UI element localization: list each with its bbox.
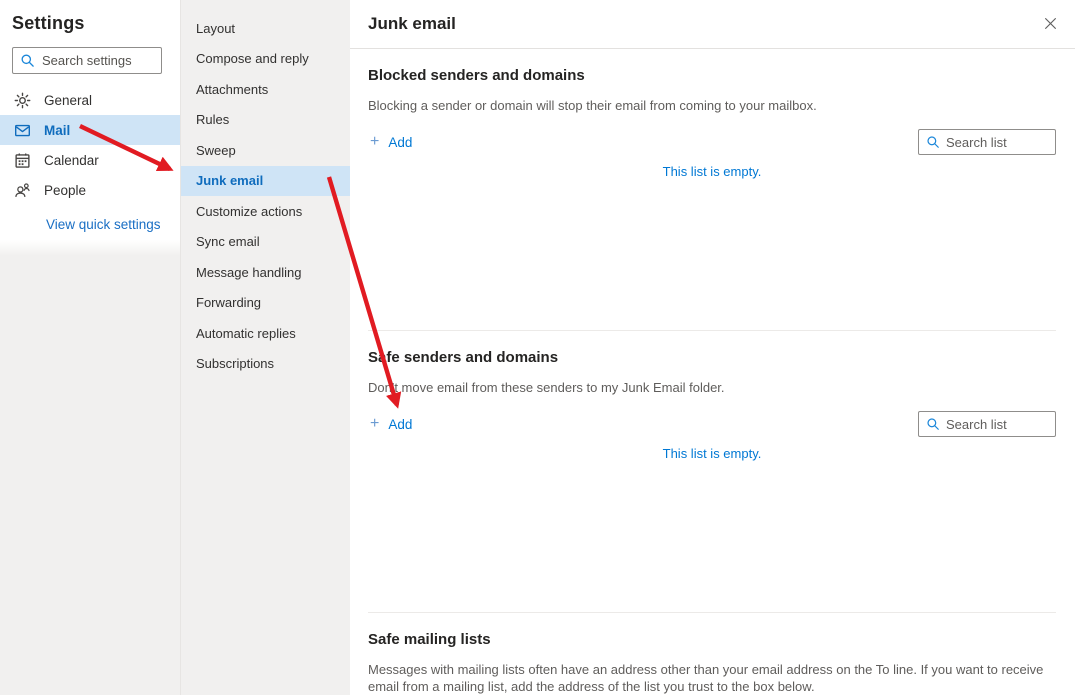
section-heading: Safe senders and domains [368, 348, 1056, 368]
view-quick-settings-link[interactable]: View quick settings [46, 217, 161, 232]
blocked-search-box[interactable] [918, 129, 1056, 155]
section-safe-senders: Safe senders and domains Don't move emai… [368, 330, 1056, 612]
category-subscriptions[interactable]: Subscriptions [181, 349, 350, 380]
settings-search-box[interactable] [12, 47, 162, 74]
safe-add-row: + Add [368, 411, 1056, 437]
plus-icon: + [370, 134, 379, 150]
calendar-icon [14, 152, 31, 169]
safe-empty-message: This list is empty. [368, 446, 1056, 461]
section-description: Don't move email from these senders to m… [368, 379, 1056, 396]
category-forwarding[interactable]: Forwarding [181, 288, 350, 319]
category-message-handling[interactable]: Message handling [181, 257, 350, 288]
sidebar-item-label: Calendar [44, 153, 99, 168]
settings-title: Settings [12, 13, 180, 34]
sidebar-item-people[interactable]: People [0, 175, 180, 205]
blocked-add-row: + Add [368, 129, 1056, 155]
search-icon [20, 53, 35, 68]
sidebar-item-label: General [44, 93, 92, 108]
plus-icon: + [370, 416, 379, 432]
close-icon [1044, 17, 1057, 30]
people-icon [14, 182, 31, 199]
category-junk-email[interactable]: Junk email [181, 166, 350, 197]
category-rules[interactable]: Rules [181, 105, 350, 136]
safe-search-box[interactable] [918, 411, 1056, 437]
junk-email-panel: Junk email Blocked senders and domains B… [350, 0, 1075, 695]
close-button[interactable] [1037, 10, 1063, 36]
add-blocked-sender-button[interactable]: + Add [368, 134, 414, 150]
blocked-search-input[interactable] [946, 135, 1048, 150]
panel-body: Blocked senders and domains Blocking a s… [350, 49, 1075, 695]
section-heading: Blocked senders and domains [368, 66, 1056, 86]
sidebar-item-mail[interactable]: Mail [0, 115, 180, 145]
sidebar-item-calendar[interactable]: Calendar [0, 145, 180, 175]
settings-search-input[interactable] [42, 53, 154, 68]
search-icon [926, 417, 940, 431]
mail-settings-categories: Layout Compose and reply Attachments Rul… [181, 0, 350, 695]
section-description: Messages with mailing lists often have a… [368, 661, 1056, 695]
settings-nav: General Mail [0, 85, 180, 205]
sidebar-item-label: Mail [44, 123, 70, 138]
section-description: Blocking a sender or domain will stop th… [368, 97, 1056, 114]
sidebar-item-label: People [44, 183, 86, 198]
search-icon [926, 135, 940, 149]
settings-sidebar: Settings [0, 0, 181, 695]
panel-header: Junk email [350, 0, 1075, 49]
section-heading: Safe mailing lists [368, 630, 1056, 650]
outlook-settings-window: Settings [0, 0, 1075, 695]
section-safe-mailing-lists: Safe mailing lists Messages with mailing… [368, 612, 1056, 695]
sidebar-item-general[interactable]: General [0, 85, 180, 115]
section-blocked-senders: Blocked senders and domains Blocking a s… [368, 49, 1056, 330]
gear-icon [14, 92, 31, 109]
category-customize-actions[interactable]: Customize actions [181, 196, 350, 227]
safe-search-input[interactable] [946, 417, 1048, 432]
category-layout[interactable]: Layout [181, 13, 350, 44]
add-safe-sender-button[interactable]: + Add [368, 416, 414, 432]
mail-icon [14, 122, 31, 139]
panel-title: Junk email [368, 14, 456, 34]
category-compose-and-reply[interactable]: Compose and reply [181, 44, 350, 75]
category-sync-email[interactable]: Sync email [181, 227, 350, 258]
blocked-empty-message: This list is empty. [368, 164, 1056, 179]
category-attachments[interactable]: Attachments [181, 74, 350, 105]
category-automatic-replies[interactable]: Automatic replies [181, 318, 350, 349]
category-sweep[interactable]: Sweep [181, 135, 350, 166]
